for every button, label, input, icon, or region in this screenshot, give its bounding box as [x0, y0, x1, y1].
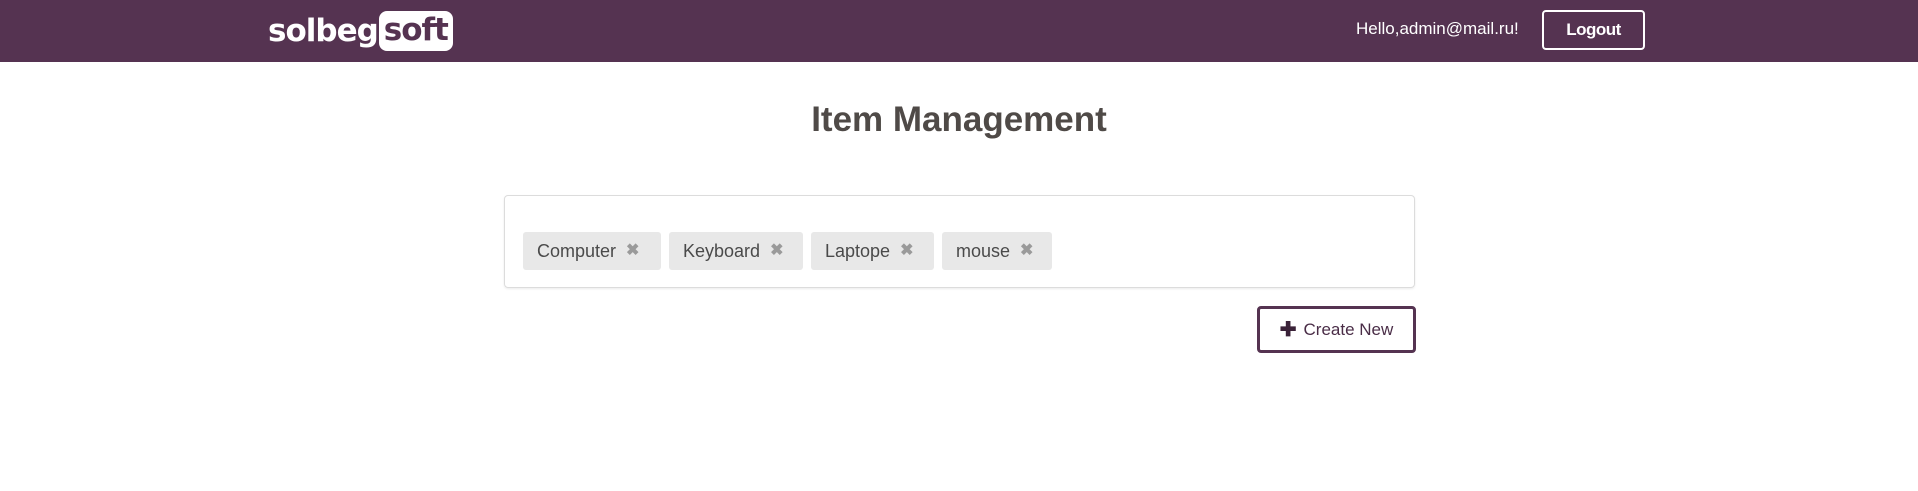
item-tag-mouse: mouse ✖ — [942, 232, 1052, 270]
item-tag-keyboard: Keyboard ✖ — [669, 232, 803, 270]
remove-item-icon[interactable]: ✖ — [626, 243, 639, 259]
item-tag-label: mouse — [956, 240, 1011, 261]
items-panel: Computer ✖ Keyboard ✖ Laptope ✖ mouse ✖ — [504, 195, 1415, 288]
remove-item-icon[interactable]: ✖ — [900, 243, 913, 259]
plus-icon: ✚ — [1279, 318, 1297, 341]
page-title: Item Management — [811, 100, 1107, 139]
item-tag-label: Computer — [537, 240, 617, 261]
logo-text-solbeg: solbeg — [268, 13, 379, 49]
create-new-button[interactable]: ✚ Create New — [1257, 306, 1416, 353]
top-navbar: solbeg soft Hello,admin@mail.ru! Logout — [0, 0, 1918, 62]
remove-item-icon[interactable]: ✖ — [770, 243, 783, 259]
item-tag-label: Laptope — [825, 240, 891, 261]
item-tag-label: Keyboard — [683, 240, 761, 261]
solbegsoft-logo[interactable]: solbeg soft — [268, 10, 453, 52]
create-new-label: Create New — [1303, 319, 1394, 339]
logo-text-soft: soft — [378, 11, 453, 51]
remove-item-icon[interactable]: ✖ — [1020, 243, 1033, 259]
item-tag-computer: Computer ✖ — [523, 232, 661, 270]
logout-button[interactable]: Logout — [1542, 10, 1645, 50]
item-tag-laptope: Laptope ✖ — [811, 232, 934, 270]
user-greeting: Hello,admin@mail.ru! — [1356, 19, 1519, 38]
